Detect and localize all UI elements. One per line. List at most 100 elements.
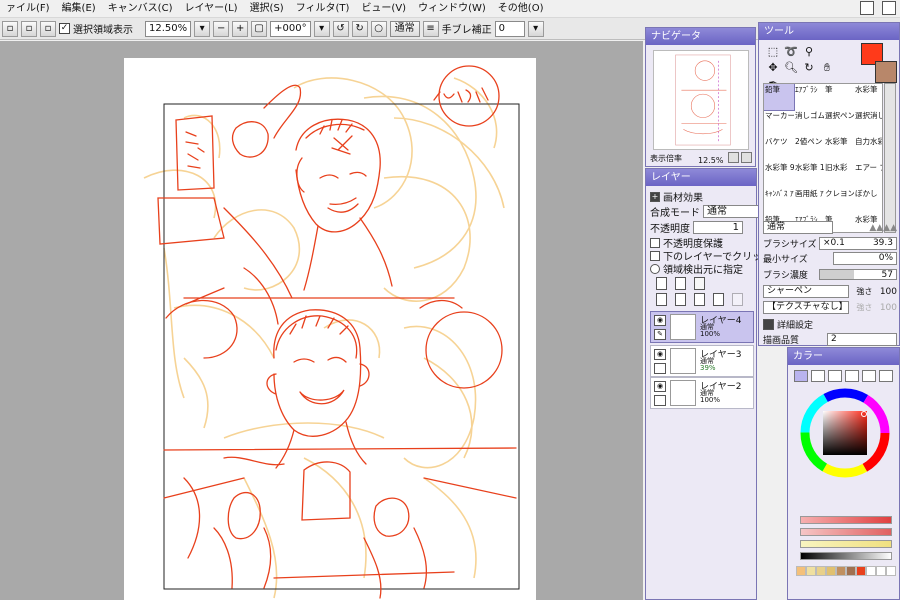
color-swatch[interactable] — [856, 566, 866, 576]
color-wheel-tab-icon[interactable] — [794, 370, 808, 382]
zoom-icon[interactable]: 🔍︎ — [783, 61, 799, 75]
visibility-eye-icon[interactable]: ◉ — [654, 349, 666, 360]
menu-window[interactable]: ウィンドウ(W) — [412, 0, 492, 18]
tool-blend-select[interactable]: 通常 — [763, 221, 833, 234]
brush-slot[interactable]: 2値ペン — [794, 136, 824, 162]
color-slider-b[interactable] — [800, 540, 892, 548]
color-swatch[interactable] — [806, 566, 816, 576]
menu-layer[interactable]: レイヤー(L) — [178, 0, 243, 18]
menu-canvas[interactable]: キャンバス(C) — [102, 0, 179, 18]
navigator-title[interactable]: ナビゲータ — [646, 28, 755, 45]
navigator-zoom-out-icon[interactable] — [728, 151, 739, 163]
layer-item[interactable]: ◉ レイヤー2 通常 100% — [650, 377, 754, 409]
stabilizer-dropdown-icon[interactable]: ▾ — [527, 20, 544, 37]
new-folder-icon[interactable] — [694, 277, 705, 290]
zoom-field[interactable]: 12.50% — [145, 20, 192, 37]
color-swatch[interactable] — [846, 566, 856, 576]
visibility-eye-icon[interactable]: ◉ — [654, 381, 666, 392]
color-wheel[interactable] — [800, 388, 890, 478]
gradient-tab-icon[interactable] — [845, 370, 859, 382]
clear-layer-icon[interactable] — [694, 293, 705, 306]
menu-select[interactable]: 選択(S) — [244, 0, 290, 18]
brush-slot[interactable]: 筆 — [824, 84, 854, 110]
hsv-slider-tab-icon[interactable] — [828, 370, 842, 382]
texture-strength-value[interactable]: 100 — [880, 303, 897, 313]
brush-slot[interactable]: マーカー — [764, 110, 794, 136]
layer-item[interactable]: ◉ ✎ レイヤー4 通常 100% — [650, 311, 754, 343]
clip-lower-checkbox[interactable] — [650, 250, 660, 261]
brush-slot[interactable]: 画用紙 ｱｸﾘﾙ — [794, 188, 824, 214]
lasso-icon[interactable]: ➰ — [783, 45, 799, 59]
rotation-dropdown-icon[interactable]: ▾ — [313, 20, 330, 37]
brush-slot[interactable]: 自力水彩 — [854, 136, 882, 162]
canvas-paper[interactable] — [124, 58, 536, 600]
brush-slot[interactable]: 鉛筆 — [764, 84, 795, 111]
blend-mode-select[interactable]: 通常 — [703, 205, 763, 218]
brush-slot[interactable]: 旧水彩 — [824, 162, 854, 188]
menu-edit[interactable]: 編集(E) — [56, 0, 102, 18]
layer-lock-box[interactable] — [654, 363, 666, 374]
navigator-thumbnail[interactable] — [653, 50, 749, 150]
zoom-reset-icon[interactable]: ▢ — [251, 20, 268, 37]
brush-slot[interactable]: 水彩筆 10脱 — [794, 162, 824, 188]
mode-button[interactable]: 通常 — [389, 20, 420, 37]
quality-select[interactable]: 2 — [827, 333, 897, 346]
layer-lock-box[interactable] — [654, 395, 666, 406]
zoom-out-icon[interactable]: − — [213, 20, 230, 37]
zoom-in-icon[interactable]: + — [232, 20, 249, 37]
selection-source-row[interactable]: 領域検出元に指定 — [650, 261, 743, 276]
rotate-reset-icon[interactable]: ○ — [370, 20, 387, 37]
navigator-zoom-in-icon[interactable] — [741, 151, 752, 163]
minimize-button[interactable] — [860, 1, 874, 15]
merge-down-icon[interactable] — [675, 293, 686, 306]
select-all-icon[interactable]: ▫ — [40, 20, 56, 37]
brush-slot[interactable]: ｴｱﾌﾞﾗｼ — [794, 84, 824, 110]
opacity-slider[interactable]: 1 — [693, 221, 743, 234]
selection-source-radio[interactable] — [650, 263, 660, 274]
color-swatch[interactable] — [836, 566, 846, 576]
expand-icon[interactable]: + — [650, 191, 660, 202]
brush-slot[interactable]: クレヨン — [824, 188, 854, 214]
brush-size-slider[interactable]: ×0.1 39.3 — [819, 237, 897, 250]
copy-layer-icon[interactable] — [732, 293, 743, 306]
rotation-field[interactable]: +000° — [270, 20, 311, 37]
new-layer-icon[interactable] — [656, 277, 667, 290]
shape-select[interactable]: シャーペン — [763, 285, 849, 298]
tools-panel-title[interactable]: ツール — [759, 23, 899, 40]
rgb-slider-tab-icon[interactable] — [811, 370, 825, 382]
brush-scrollbar[interactable] — [884, 83, 896, 233]
brush-slot[interactable]: 消しゴム — [794, 110, 824, 136]
new-linework-layer-icon[interactable] — [675, 277, 686, 290]
brush-slot[interactable]: 水彩筆 — [824, 136, 854, 162]
flip-icon[interactable]: ≡ — [422, 20, 439, 37]
color-swatch[interactable] — [826, 566, 836, 576]
layer-panel-title[interactable]: レイヤー — [646, 169, 756, 186]
brush-slot[interactable]: 選択ペン — [824, 110, 854, 136]
brush-slot[interactable]: ｷｬﾝﾊﾞｽ ｱｸﾘﾙ — [764, 188, 794, 214]
texture-select[interactable]: 【テクスチャなし】 — [763, 301, 849, 314]
hand-icon[interactable]: ✋︎ — [819, 61, 835, 75]
edit-pen-icon[interactable]: ✎ — [654, 329, 666, 340]
background-color-swatch[interactable] — [875, 61, 897, 83]
detail-settings-row[interactable]: 詳細設定 — [763, 318, 897, 331]
maximize-button[interactable] — [882, 1, 896, 15]
menu-other[interactable]: その他(O) — [492, 0, 550, 18]
rect-select-icon[interactable]: ⬚ — [765, 45, 781, 59]
rotate-right-icon[interactable]: ↻ — [351, 20, 368, 37]
layer-item[interactable]: ◉ レイヤー3 通常 39% — [650, 345, 754, 377]
zoom-dropdown-icon[interactable]: ▾ — [194, 20, 211, 37]
trash-icon[interactable] — [713, 293, 724, 306]
collapse-icon[interactable] — [763, 319, 774, 330]
color-panel-title[interactable]: カラー — [788, 348, 899, 365]
protect-opacity-checkbox[interactable] — [650, 237, 660, 248]
scratchpad-tab-icon[interactable] — [879, 370, 893, 382]
brush-slot[interactable]: 選択消し — [854, 110, 882, 136]
color-slider-r[interactable] — [800, 516, 892, 524]
rotate-icon[interactable]: ↻ — [801, 61, 817, 75]
menu-filter[interactable]: フィルタ(T) — [290, 0, 356, 18]
effect-row[interactable]: + 画材効果 — [650, 189, 703, 204]
brush-slot[interactable]: ぼかし — [854, 188, 882, 214]
swatch-tab-icon[interactable] — [862, 370, 876, 382]
brush-slot[interactable]: 水彩筆 — [854, 84, 882, 110]
brush-slot[interactable]: エアー ブラシ — [854, 162, 882, 188]
